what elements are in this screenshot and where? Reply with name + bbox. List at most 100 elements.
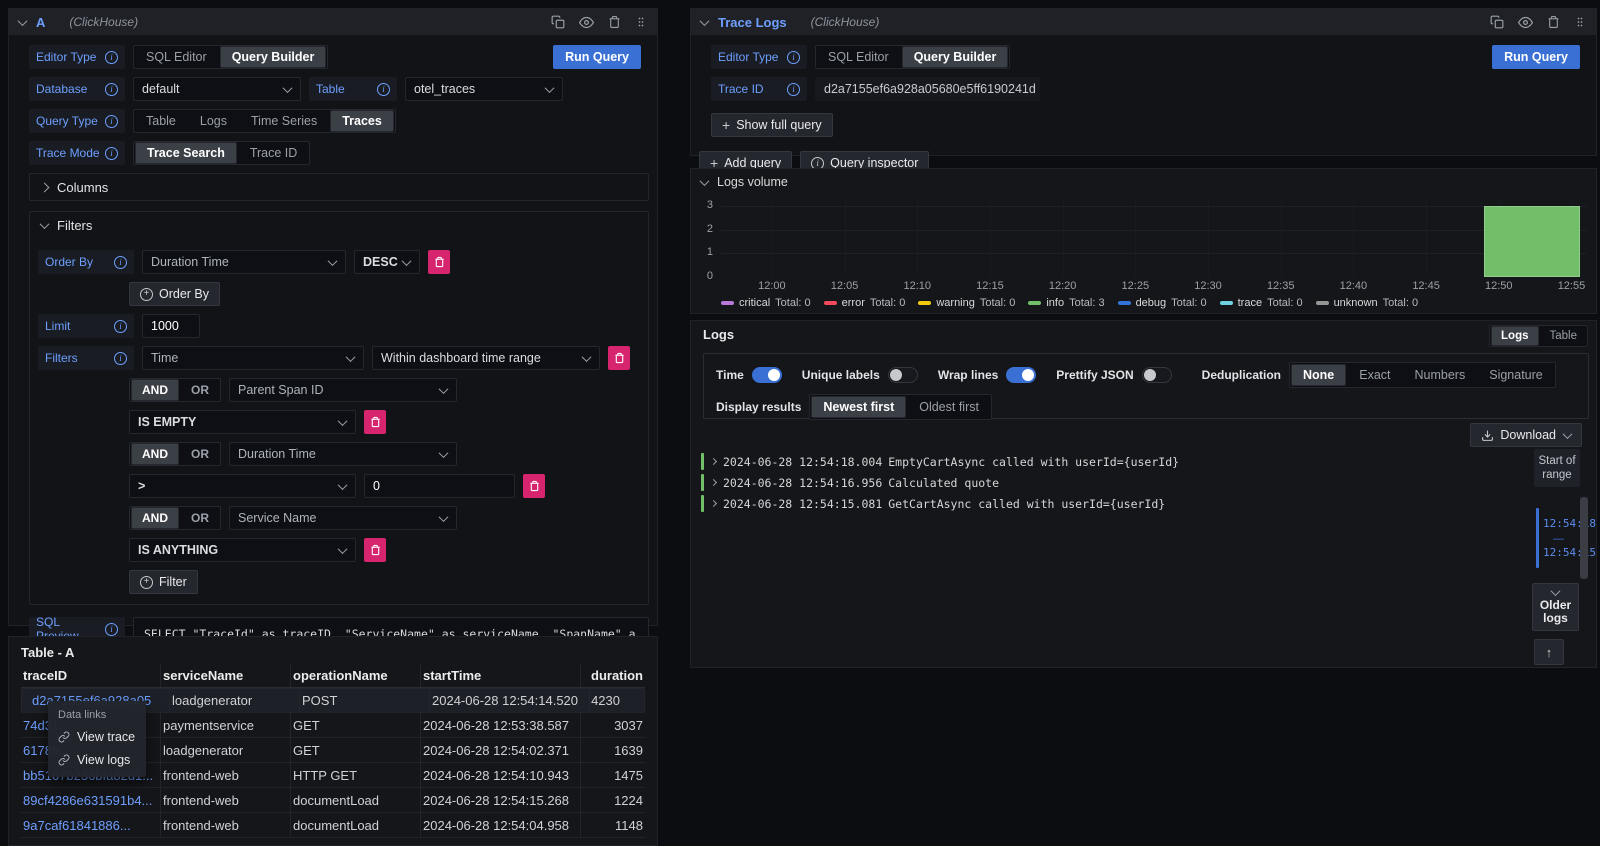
remove-filter-button[interactable] xyxy=(364,410,386,434)
toggle-switch[interactable] xyxy=(752,367,782,383)
logs-view-switcher[interactable]: LogsTable xyxy=(1489,325,1588,347)
context-menu-item[interactable]: View logs xyxy=(48,748,146,771)
query-type-option[interactable]: Logs xyxy=(189,110,238,132)
download-button[interactable]: Download xyxy=(1470,423,1582,447)
collapse-chevron-icon[interactable] xyxy=(18,16,28,26)
filter-time-field-select[interactable]: Time xyxy=(142,346,364,370)
trace-mode-option[interactable]: Trace ID xyxy=(239,142,308,164)
run-query-button[interactable]: Run Query xyxy=(553,45,641,69)
table-column-header[interactable]: duration xyxy=(581,664,645,687)
log-line[interactable]: 2024-06-28 12:54:16.956 Calculated quote xyxy=(701,472,1516,493)
logs-scrollbar[interactable] xyxy=(1580,497,1588,579)
legend-item[interactable]: info Total: 3 xyxy=(1028,297,1104,309)
order-by-field-select[interactable]: Duration Time xyxy=(142,250,346,274)
filter-field-select[interactable]: Service Name xyxy=(229,506,457,530)
filter-operator-select[interactable]: > xyxy=(129,474,356,498)
order-by-direction-select[interactable]: DESC xyxy=(354,250,420,274)
deduplication-option[interactable]: Exact xyxy=(1348,364,1401,386)
and-option[interactable]: AND xyxy=(131,379,179,401)
or-option[interactable]: OR xyxy=(181,443,219,465)
table-column-header[interactable]: traceID xyxy=(21,664,161,687)
editor-type-option[interactable]: Query Builder xyxy=(220,46,327,68)
filter-time-operator-select[interactable]: Within dashboard time range xyxy=(372,346,600,370)
trace-mode-option[interactable]: Trace Search xyxy=(135,142,237,164)
legend-item[interactable]: error Total: 0 xyxy=(824,297,906,309)
drag-handle-icon[interactable] xyxy=(1574,15,1586,29)
display-results-option[interactable]: Oldest first xyxy=(908,396,990,418)
query-type-option[interactable]: Time Series xyxy=(240,110,328,132)
legend-item[interactable]: debug Total: 0 xyxy=(1118,297,1207,309)
query-type-option[interactable]: Traces xyxy=(330,110,394,132)
add-filter-button[interactable]: Filter xyxy=(129,570,198,594)
expand-chevron-icon[interactable] xyxy=(710,479,717,486)
remove-filter-button[interactable] xyxy=(608,346,630,370)
query-row-header[interactable]: Trace Logs (ClickHouse) xyxy=(691,9,1596,35)
editor-type-switcher[interactable]: SQL EditorQuery Builder xyxy=(815,45,1010,69)
expand-chevron-icon[interactable] xyxy=(710,500,717,507)
add-order-by-button[interactable]: Order By xyxy=(129,282,220,306)
filter-value-input[interactable]: 0 xyxy=(364,474,515,498)
trace-id-link[interactable]: 9a7caf61841886... xyxy=(21,813,161,837)
remove-order-by-button[interactable] xyxy=(428,250,450,274)
logs-volume-header[interactable]: Logs volume xyxy=(701,175,788,189)
logs-view-option[interactable]: Table xyxy=(1541,326,1587,346)
or-option[interactable]: OR xyxy=(181,507,219,529)
and-option[interactable]: AND xyxy=(131,443,179,465)
trace-mode-switcher[interactable]: Trace SearchTrace ID xyxy=(133,141,310,165)
show-full-query-button[interactable]: Show full query xyxy=(711,113,833,137)
hide-response-eye-icon[interactable] xyxy=(1518,15,1533,30)
query-type-switcher[interactable]: TableLogsTime SeriesTraces xyxy=(133,109,396,133)
query-row-header[interactable]: A (ClickHouse) xyxy=(9,9,657,35)
editor-type-option[interactable]: SQL Editor xyxy=(817,46,900,68)
logs-view-option[interactable]: Logs xyxy=(1491,326,1538,346)
remove-filter-button[interactable] xyxy=(364,538,386,562)
table-column-header[interactable]: startTime xyxy=(421,664,581,687)
collapse-chevron-icon[interactable] xyxy=(700,16,710,26)
log-line[interactable]: 2024-06-28 12:54:18.004 EmptyCartAsync c… xyxy=(701,451,1516,472)
trace-id-link[interactable]: 89cf4286e631591b4... xyxy=(21,788,161,812)
deduplication-option[interactable]: None xyxy=(1291,364,1346,386)
limit-input[interactable]: 1000 xyxy=(142,314,200,338)
legend-item[interactable]: trace Total: 0 xyxy=(1220,297,1303,309)
remove-filter-button[interactable] xyxy=(523,474,545,498)
filters-section-header[interactable]: Filters xyxy=(30,212,648,238)
display-results-option[interactable]: Newest first xyxy=(811,396,906,418)
columns-section-header[interactable]: Columns xyxy=(30,174,648,200)
filter-operator-select[interactable]: IS ANYTHING xyxy=(129,538,356,562)
filter-field-select[interactable]: Duration Time xyxy=(229,442,457,466)
deduplication-option[interactable]: Signature xyxy=(1478,364,1554,386)
table-column-header[interactable]: operationName xyxy=(291,664,421,687)
toggle-switch[interactable] xyxy=(1142,367,1172,383)
duplicate-icon[interactable] xyxy=(551,15,565,29)
older-logs-button[interactable]: Older logs xyxy=(1532,583,1579,631)
editor-type-option[interactable]: SQL Editor xyxy=(135,46,218,68)
duplicate-icon[interactable] xyxy=(1490,15,1504,29)
run-query-button[interactable]: Run Query xyxy=(1492,45,1580,69)
toggle-switch[interactable] xyxy=(1006,367,1036,383)
legend-item[interactable]: critical Total: 0 xyxy=(721,297,811,309)
filter-condition-toggle[interactable]: ANDOR xyxy=(129,442,221,466)
deduplication-option[interactable]: Numbers xyxy=(1404,364,1477,386)
expand-chevron-icon[interactable] xyxy=(710,458,717,465)
trace-id-input[interactable]: d2a7155ef6a928a05680e5ff6190241d xyxy=(815,77,1040,101)
table-column-header[interactable]: serviceName xyxy=(161,664,291,687)
deduplication-switcher[interactable]: NoneExactNumbersSignature xyxy=(1289,362,1556,388)
filter-field-select[interactable]: Parent Span ID xyxy=(229,378,457,402)
trash-icon[interactable] xyxy=(1547,15,1560,29)
table-select[interactable]: otel_traces xyxy=(405,77,563,101)
display-results-switcher[interactable]: Newest firstOldest first xyxy=(809,394,992,420)
scroll-to-top-button[interactable]: ↑ xyxy=(1534,639,1564,665)
hide-response-eye-icon[interactable] xyxy=(579,15,594,30)
context-menu-item[interactable]: View trace xyxy=(48,725,146,748)
legend-item[interactable]: warning Total: 0 xyxy=(918,297,1015,309)
query-type-option[interactable]: Table xyxy=(135,110,187,132)
log-line[interactable]: 2024-06-28 12:54:15.081 GetCartAsync cal… xyxy=(701,493,1516,514)
trash-icon[interactable] xyxy=(608,15,621,29)
database-select[interactable]: default xyxy=(133,77,301,101)
filter-condition-toggle[interactable]: ANDOR xyxy=(129,506,221,530)
drag-handle-icon[interactable] xyxy=(635,15,647,29)
or-option[interactable]: OR xyxy=(181,379,219,401)
toggle-switch[interactable] xyxy=(888,367,918,383)
editor-type-switcher[interactable]: SQL EditorQuery Builder xyxy=(133,45,328,69)
filter-condition-toggle[interactable]: ANDOR xyxy=(129,378,221,402)
